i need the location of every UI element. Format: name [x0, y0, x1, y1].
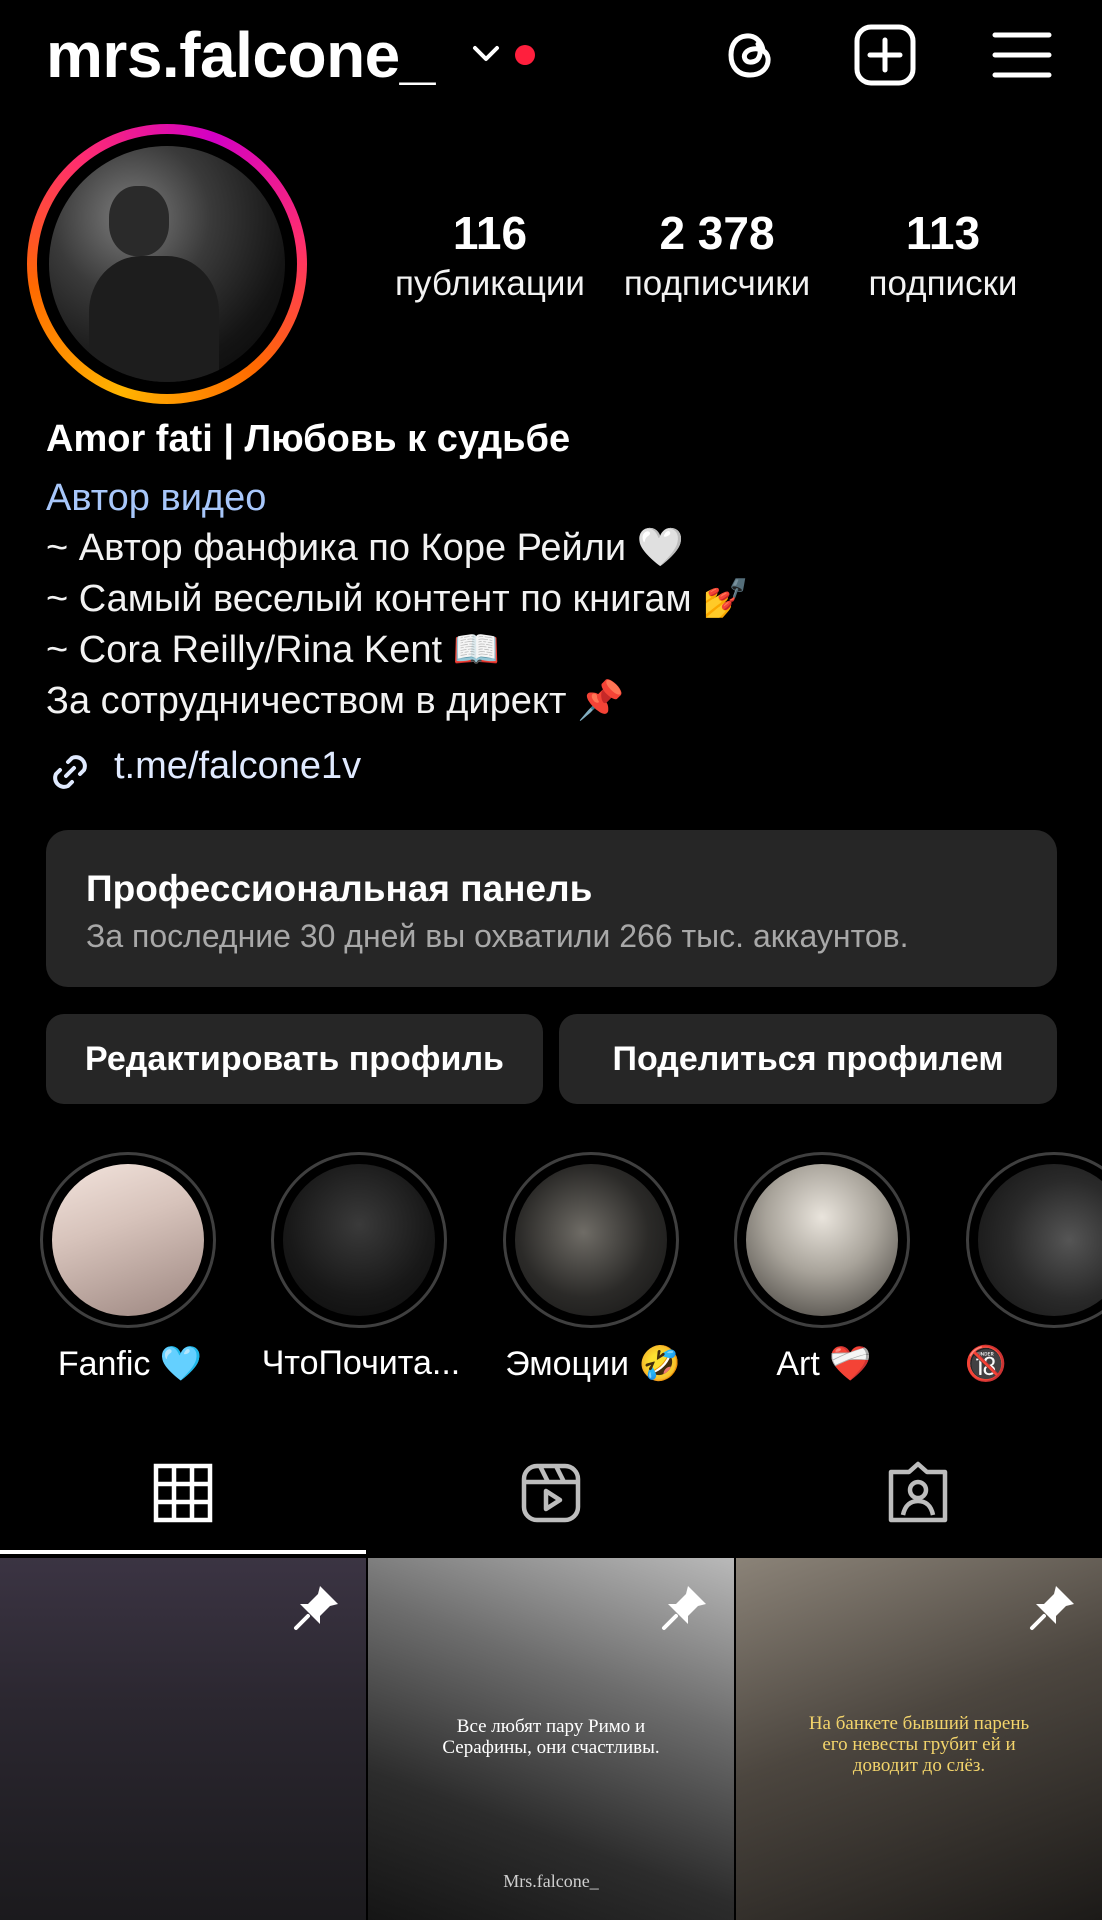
posts-count: 116 публикации — [385, 205, 595, 307]
story-highlight-read[interactable]: ЧтоПочита... — [262, 1152, 460, 1382]
story-highlight-18[interactable]: 🔞 — [965, 1152, 1102, 1383]
grid-post[interactable]: На банкете бывший парень его невесты гру… — [736, 1558, 1102, 1920]
notification-dot — [515, 45, 535, 65]
highlight-cover — [503, 1152, 679, 1328]
share-profile-button[interactable]: Поделиться профилем — [559, 1014, 1057, 1104]
pin-icon — [294, 1586, 338, 1630]
chevron-down-icon[interactable] — [468, 36, 504, 72]
bio-line: ~ Cora Reilly/Rina Kent 📖 — [46, 629, 500, 671]
followers-count-value: 2 378 — [659, 207, 775, 259]
highlight-cover — [40, 1152, 216, 1328]
bio-line: ~ Самый веселый контент по книгам 💅 — [46, 578, 750, 620]
avatar-story-ring[interactable] — [27, 124, 307, 404]
highlight-cover — [271, 1152, 447, 1328]
edit-profile-button[interactable]: Редактировать профиль — [46, 1014, 543, 1104]
active-tab-indicator — [0, 1550, 366, 1554]
threads-icon[interactable] — [718, 22, 784, 88]
professional-dashboard[interactable]: Профессиональная панель За последние 30 … — [46, 830, 1057, 987]
following-count[interactable]: 113 подписки — [838, 205, 1048, 307]
bio-link[interactable]: t.me/falcone1v — [114, 745, 361, 788]
highlight-cover — [966, 1152, 1102, 1328]
story-highlight-emotions[interactable]: Эмоции 🤣 — [503, 1152, 687, 1383]
profile-username[interactable]: mrs.falcone_ — [46, 18, 435, 92]
link-icon — [53, 755, 87, 789]
grid-post[interactable] — [0, 1558, 366, 1920]
story-highlight-fanfic[interactable]: Fanfic 🩵 — [40, 1152, 224, 1383]
posts-count-label: публикации — [395, 264, 585, 303]
posts-count-value: 116 — [452, 207, 528, 259]
pin-icon — [1030, 1586, 1074, 1630]
story-highlight-art[interactable]: Art ❤️‍🩹 — [734, 1152, 918, 1383]
followers-count[interactable]: 2 378 подписчики — [612, 205, 822, 307]
add-post-icon[interactable] — [852, 22, 918, 88]
pin-icon — [662, 1586, 706, 1630]
bio-line: ~ Автор фанфика по Коре Рейли 🤍 — [46, 527, 684, 569]
following-count-label: подписки — [868, 264, 1018, 303]
highlight-label: 🔞 — [964, 1345, 1008, 1383]
bio-line: За сотрудничеством в директ 📌 — [46, 680, 625, 722]
pro-panel-subtitle: За последние 30 дней вы охватили 266 тыс… — [86, 918, 909, 954]
post-caption: Все любят пару Римо и Серафины, они счас… — [442, 1716, 660, 1758]
pro-panel-title: Профессиональная панель — [86, 868, 593, 909]
followers-count-label: подписчики — [623, 264, 811, 303]
tagged-icon[interactable] — [885, 1460, 951, 1526]
bio-category[interactable]: Автор видео — [46, 477, 266, 520]
highlight-cover — [734, 1152, 910, 1328]
highlight-label: Fanfic 🩵 — [57, 1345, 203, 1383]
bio-name: Amor fati | Любовь к судьбе — [46, 418, 571, 460]
grid-icon[interactable] — [150, 1460, 216, 1526]
reels-icon[interactable] — [518, 1460, 584, 1526]
grid-post[interactable]: Все любят пару Римо и Серафины, они счас… — [368, 1558, 734, 1920]
post-caption: На банкете бывший парень его невесты гру… — [808, 1713, 1030, 1776]
menu-icon[interactable] — [989, 22, 1055, 88]
post-watermark: Mrs.falcone_ — [503, 1871, 599, 1891]
highlight-label: Эмоции 🤣 — [505, 1345, 681, 1383]
following-count-value: 113 — [905, 207, 981, 259]
highlight-label: ЧтоПочита... — [261, 1344, 461, 1382]
avatar — [49, 146, 285, 382]
